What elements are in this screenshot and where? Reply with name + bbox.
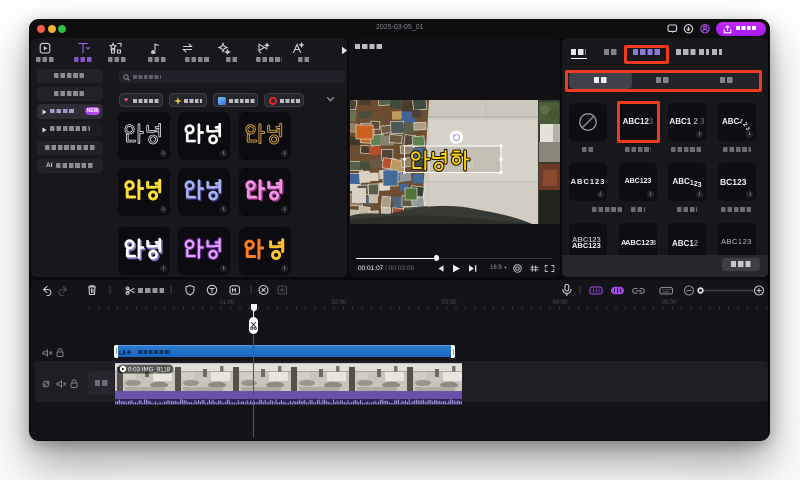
svg-text:M: M xyxy=(466,160,474,170)
svg-text:0:03 IMG_9118: 0:03 IMG_9118 xyxy=(128,366,171,373)
